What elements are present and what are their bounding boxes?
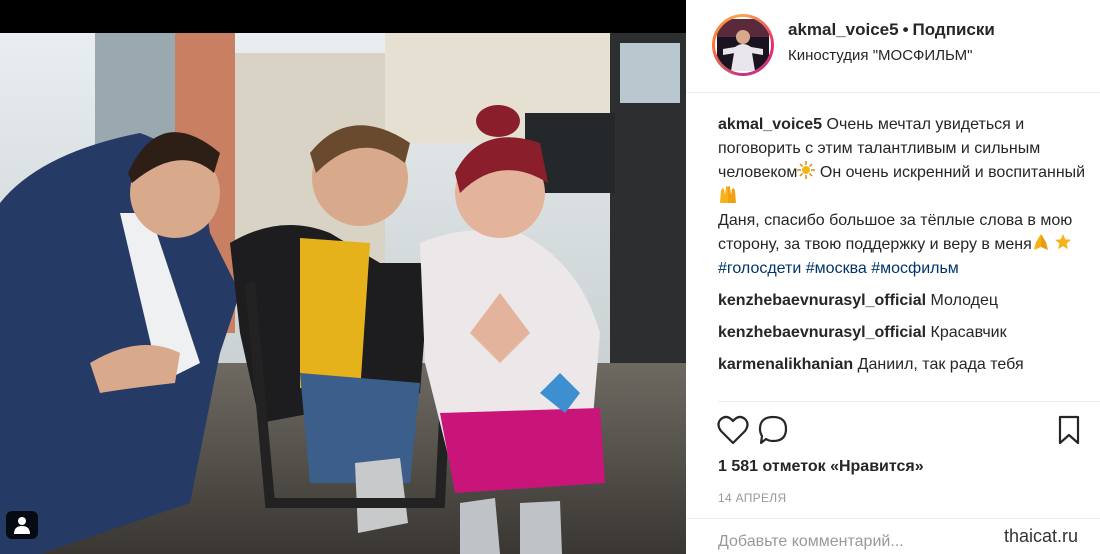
location-link[interactable]: Киностудия "МОСФИЛЬМ"	[788, 47, 972, 64]
caption-author-link[interactable]: akmal_voice5	[718, 116, 822, 133]
post-actions-bar	[716, 414, 1096, 446]
post-username-line: akmal_voice5 • Подписки	[788, 20, 995, 40]
likes-count[interactable]: 1 581 отметок «Нравится»	[718, 458, 924, 476]
heart-outline-icon	[717, 415, 749, 445]
comment-item: kenzhebaevnurasyl_official Красавчик	[718, 321, 1088, 345]
tagged-people-button[interactable]	[6, 511, 38, 539]
comment-button[interactable]	[756, 414, 790, 446]
separator-dot: •	[902, 20, 909, 39]
post-header: akmal_voice5 • Подписки Киностудия "МОСФИЛ…	[686, 0, 1100, 93]
comments-list: akmal_voice5 Очень мечтал увидеться и по…	[718, 113, 1088, 377]
hashtag-link[interactable]: #мосфильм	[871, 260, 959, 277]
comment-item: kenzhebaevnurasyl_official Молодец	[718, 289, 1088, 313]
speech-bubble-icon	[758, 415, 788, 445]
post-photo[interactable]	[0, 33, 686, 554]
hashtag-link[interactable]: #москва	[806, 260, 867, 277]
like-button[interactable]	[716, 414, 750, 446]
post-photo-pane	[0, 0, 686, 554]
post-details-panel: akmal_voice5 • Подписки Киностудия "МОСФИЛ…	[686, 0, 1100, 554]
comment-author-link[interactable]: karmenalikhanian	[718, 356, 853, 373]
post-username-link[interactable]: akmal_voice5	[788, 20, 899, 39]
bookmark-icon	[1058, 415, 1080, 445]
star-emoji	[1055, 234, 1072, 250]
comment-author-link[interactable]: kenzhebaevnurasyl_official	[718, 324, 926, 341]
watermark: thaicat.ru	[1000, 526, 1083, 547]
comment-item: karmenalikhanian Даниил, так рада тебя	[718, 353, 1088, 377]
caption-text-3: Даня, спасибо большое за тёплые слова в …	[718, 212, 1073, 253]
add-comment-input[interactable]	[718, 533, 1048, 551]
comment-text: Даниил, так рада тебя	[857, 356, 1024, 373]
follow-state-button[interactable]: Подписки	[913, 20, 995, 39]
comment-text: Красавчик	[930, 324, 1007, 341]
save-button[interactable]	[1052, 414, 1086, 446]
avatar-image	[717, 19, 769, 71]
caption-text-2: Он очень искренний и воспитанный	[819, 164, 1086, 181]
comment-text: Молодец	[930, 292, 999, 309]
folded-hands-emoji	[1033, 234, 1048, 250]
post-photo-image	[0, 33, 686, 554]
actions-divider	[718, 401, 1100, 402]
raised-hands-emoji	[720, 186, 736, 203]
hashtag-link[interactable]: #голосдети	[718, 260, 801, 277]
post-date[interactable]: 14 апреля	[718, 491, 786, 505]
sparkle-emoji	[797, 161, 816, 179]
avatar[interactable]	[712, 14, 774, 76]
comment-author-link[interactable]: kenzhebaevnurasyl_official	[718, 292, 926, 309]
caption: akmal_voice5 Очень мечтал увидеться и по…	[718, 113, 1088, 281]
person-tag-icon	[14, 517, 30, 534]
